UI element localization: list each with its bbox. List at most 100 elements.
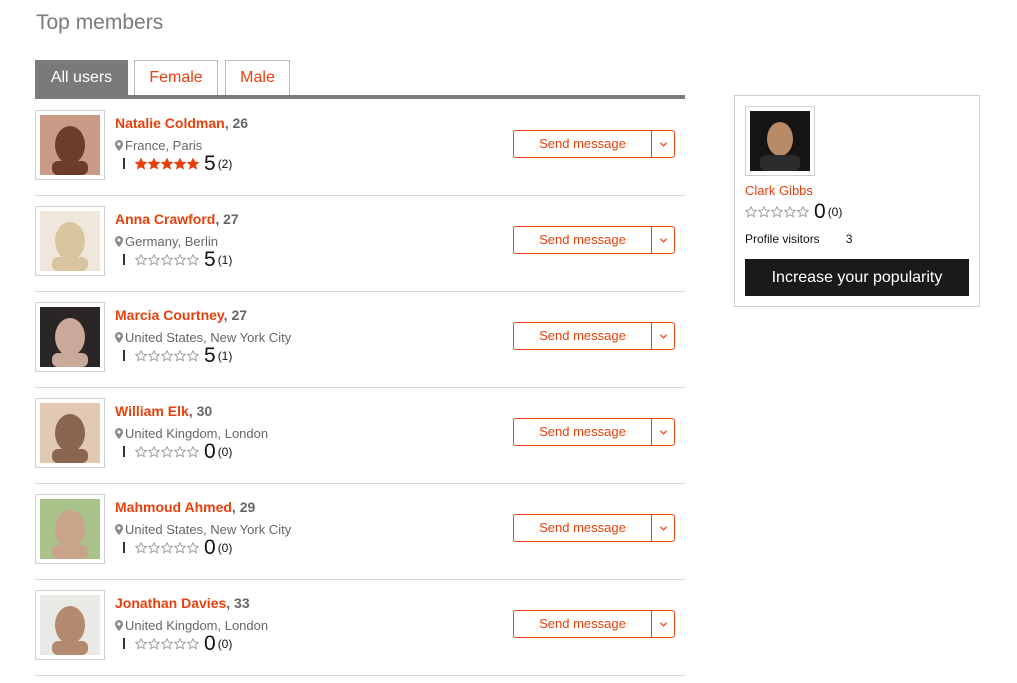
chevron-down-icon	[659, 141, 667, 147]
member-avatar[interactable]	[35, 302, 105, 372]
star-icon	[187, 350, 199, 362]
rating-count: (0)	[217, 637, 233, 651]
member-photo	[40, 115, 100, 175]
send-message-dropdown[interactable]	[652, 419, 674, 445]
send-message-button-group: Send message	[513, 418, 675, 446]
star-icon	[174, 350, 186, 362]
increase-popularity-button[interactable]: Increase your popularity	[745, 259, 969, 296]
member-age: , 26	[224, 115, 249, 131]
chevron-down-icon	[659, 333, 667, 339]
member-avatar[interactable]	[35, 110, 105, 180]
member-photo	[40, 211, 100, 271]
map-pin-icon	[115, 524, 123, 535]
rating-divider	[123, 350, 125, 361]
member-rating: 0 (0)	[123, 440, 232, 463]
rating-value: 0	[204, 440, 216, 463]
member-row: Marcia Courtney, 27 United States, New Y…	[35, 292, 685, 388]
member-avatar[interactable]	[35, 590, 105, 660]
profile-avatar[interactable]	[745, 106, 815, 176]
profile-name-link[interactable]: Clark Gibbs	[745, 183, 813, 198]
member-photo	[40, 307, 100, 367]
star-icon	[187, 446, 199, 458]
rating-value: 5	[204, 248, 216, 271]
send-message-dropdown[interactable]	[652, 227, 674, 253]
star-icon	[771, 206, 783, 218]
member-name-line: Natalie Coldman, 26	[115, 115, 248, 131]
tab-female[interactable]: Female	[134, 60, 218, 95]
send-message-button[interactable]: Send message	[514, 419, 652, 445]
send-message-button[interactable]: Send message	[514, 515, 652, 541]
member-rating: 5 (1)	[123, 248, 232, 271]
chevron-down-icon	[659, 621, 667, 627]
send-message-button[interactable]: Send message	[514, 611, 652, 637]
member-name-line: Anna Crawford, 27	[115, 211, 239, 227]
star-icon	[174, 446, 186, 458]
member-name-link[interactable]: Anna Crawford	[115, 211, 215, 227]
rating-divider	[123, 158, 125, 169]
star-icon	[135, 446, 147, 458]
star-icon	[161, 158, 173, 170]
profile-rating: 0 (0)	[745, 200, 842, 224]
star-icon	[148, 350, 160, 362]
member-rating: 5 (2)	[123, 152, 233, 175]
tab-male[interactable]: Male	[225, 60, 290, 95]
member-row: Anna Crawford, 27 Germany, Berlin 5 (1) S…	[35, 196, 685, 292]
rating-value: 5	[204, 344, 216, 367]
send-message-dropdown[interactable]	[652, 131, 674, 157]
rating-count: (2)	[217, 157, 233, 171]
member-name-line: Jonathan Davies, 33	[115, 595, 250, 611]
tab-all-users[interactable]: All users	[35, 60, 128, 95]
member-name-link[interactable]: William Elk	[115, 403, 189, 419]
star-icon	[148, 254, 160, 266]
member-location-text: Germany, Berlin	[125, 234, 218, 249]
member-location-text: United States, New York City	[125, 330, 292, 345]
star-icon	[135, 158, 147, 170]
profile-visitors-count: 3	[845, 232, 853, 246]
profile-rating-count: (0)	[827, 205, 843, 219]
star-icon	[745, 206, 757, 218]
member-avatar[interactable]	[35, 494, 105, 564]
chevron-down-icon	[659, 525, 667, 531]
send-message-button-group: Send message	[513, 322, 675, 350]
star-icon	[148, 542, 160, 554]
star-icon	[758, 206, 770, 218]
send-message-dropdown[interactable]	[652, 611, 674, 637]
member-avatar[interactable]	[35, 398, 105, 468]
member-name-line: Mahmoud Ahmed, 29	[115, 499, 255, 515]
star-icon	[187, 542, 199, 554]
star-icon	[174, 158, 186, 170]
star-icon	[174, 254, 186, 266]
send-message-button-group: Send message	[513, 610, 675, 638]
member-name-link[interactable]: Mahmoud Ahmed	[115, 499, 232, 515]
member-avatar[interactable]	[35, 206, 105, 276]
member-row: Mahmoud Ahmed, 29 United States, New Yor…	[35, 484, 685, 580]
member-location: France, Paris	[115, 138, 202, 153]
rating-stars	[135, 541, 200, 559]
member-name-line: William Elk, 30	[115, 403, 212, 419]
rating-value: 0	[204, 632, 216, 655]
member-photo	[40, 595, 100, 655]
member-row: William Elk, 30 United Kingdom, London 0…	[35, 388, 685, 484]
send-message-button[interactable]: Send message	[514, 131, 652, 157]
page-title: Top members	[36, 11, 164, 34]
map-pin-icon	[115, 140, 123, 151]
chevron-down-icon	[659, 429, 667, 435]
send-message-dropdown[interactable]	[652, 515, 674, 541]
star-icon	[174, 638, 186, 650]
member-name-link[interactable]: Natalie Coldman	[115, 115, 225, 131]
rating-value: 0	[204, 536, 216, 559]
member-age: , 27	[215, 211, 239, 227]
send-message-button-group: Send message	[513, 130, 675, 158]
star-icon	[135, 542, 147, 554]
rating-stars	[135, 637, 200, 655]
send-message-dropdown[interactable]	[652, 323, 674, 349]
member-location: United Kingdom, London	[115, 426, 268, 441]
star-icon	[135, 350, 147, 362]
rating-count: (1)	[217, 349, 233, 363]
send-message-button[interactable]: Send message	[514, 323, 652, 349]
member-name-link[interactable]: Marcia Courtney	[115, 307, 224, 323]
send-message-button[interactable]: Send message	[514, 227, 652, 253]
star-icon	[148, 638, 160, 650]
star-icon	[148, 158, 160, 170]
member-name-link[interactable]: Jonathan Davies	[115, 595, 226, 611]
